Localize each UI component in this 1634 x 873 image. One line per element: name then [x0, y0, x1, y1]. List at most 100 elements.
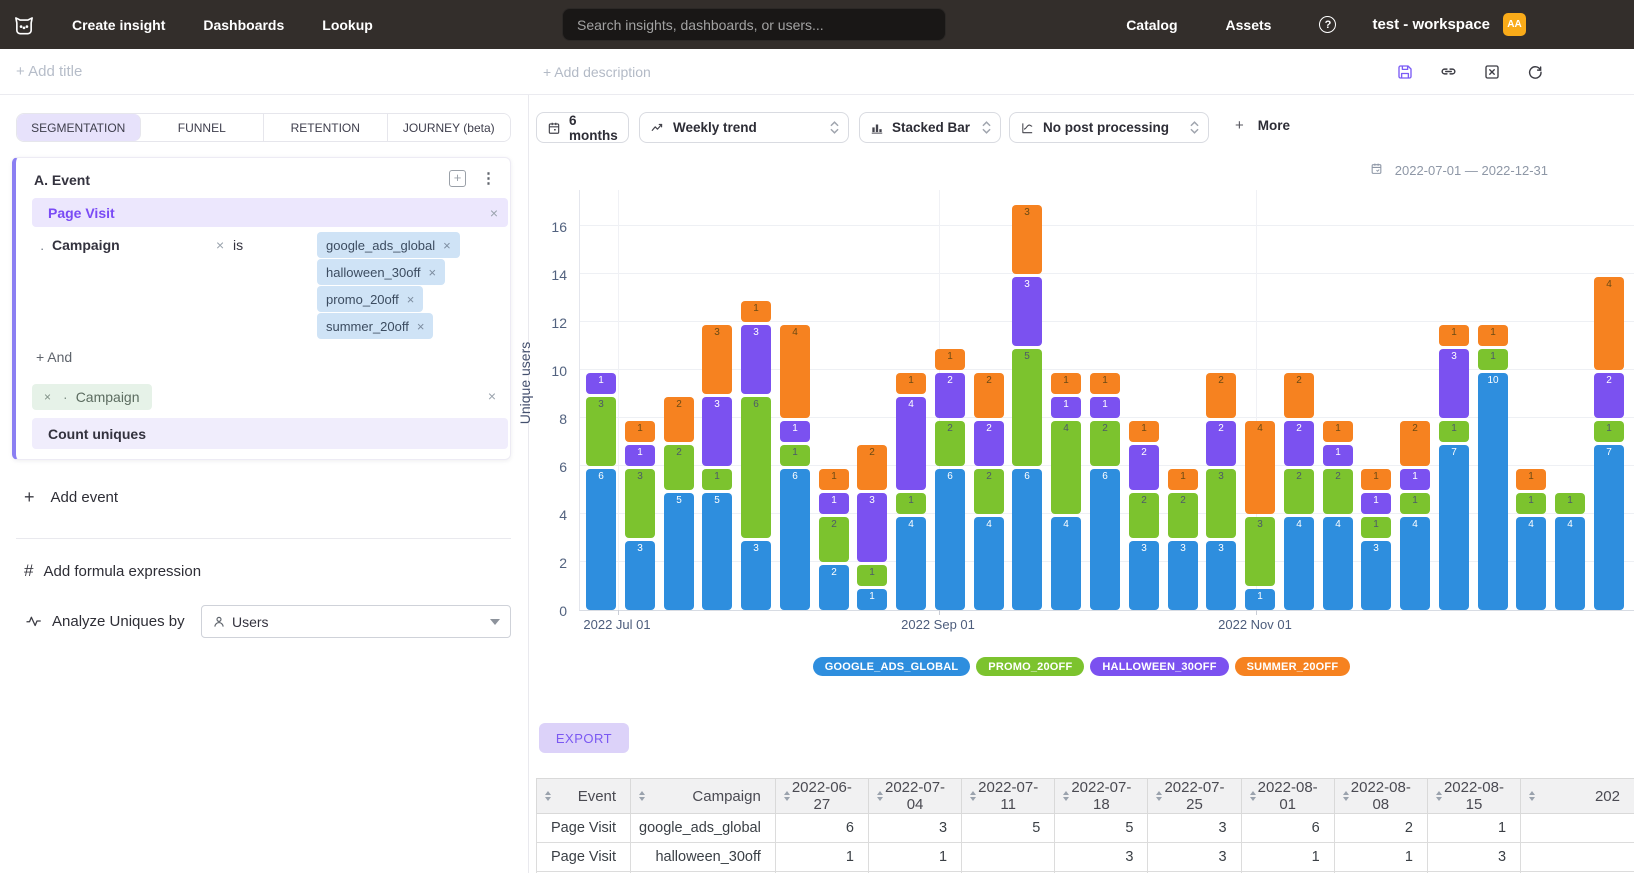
bar-segment-promo_20off[interactable]: 1 — [1400, 493, 1430, 514]
bar-segment-halloween_30off[interactable]: 2 — [1206, 421, 1236, 466]
bar-segment-halloween_30off[interactable]: 3 — [702, 397, 732, 466]
column-header[interactable]: 2022-08-08 — [1334, 779, 1427, 814]
bar-segment-halloween_30off[interactable]: 1 — [586, 373, 616, 394]
column-header[interactable]: Campaign — [631, 779, 776, 814]
post-processing-select[interactable]: No post processing — [1009, 112, 1209, 143]
trend-select[interactable]: Weekly trend — [639, 112, 849, 143]
bar-segment-halloween_30off[interactable]: 1 — [1400, 469, 1430, 490]
filter-property[interactable]: Campaign — [52, 237, 120, 253]
nav-catalog[interactable]: Catalog — [1126, 17, 1177, 33]
add-title-button[interactable]: + Add title — [16, 63, 82, 80]
kebab-menu-icon[interactable]: ⋮ — [481, 169, 496, 187]
bar-segment-google_ads_global[interactable]: 5 — [702, 493, 732, 610]
export-button[interactable]: EXPORT — [539, 723, 629, 753]
bar-segment-summer_20off[interactable]: 1 — [625, 421, 655, 442]
add-and-condition[interactable]: + And — [36, 349, 72, 365]
bar-segment-summer_20off[interactable]: 1 — [1439, 325, 1469, 346]
bar-segment-summer_20off[interactable]: 1 — [1129, 421, 1159, 442]
tab-journey[interactable]: JOURNEY (beta) — [388, 114, 511, 141]
add-description-button[interactable]: + Add description — [543, 64, 651, 80]
help-icon[interactable]: ? — [1319, 16, 1336, 33]
bar-segment-promo_20off[interactable]: 1 — [1478, 349, 1508, 370]
bar-segment-google_ads_global[interactable]: 4 — [1555, 517, 1585, 610]
bar-segment-google_ads_global[interactable]: 10 — [1478, 373, 1508, 610]
aggregation-selector[interactable]: Count uniques — [32, 418, 508, 449]
column-header[interactable]: 2022-07-11 — [962, 779, 1055, 814]
tab-funnel[interactable]: FUNNEL — [141, 114, 265, 141]
close-insight-icon[interactable] — [1483, 63, 1501, 81]
bar-segment-halloween_30off[interactable]: 3 — [1012, 277, 1042, 346]
bar-segment-halloween_30off[interactable]: 2 — [1594, 373, 1624, 418]
column-header[interactable]: 2022-08-15 — [1427, 779, 1520, 814]
legend-pill-google_ads_global[interactable]: GOOGLE_ADS_GLOBAL — [813, 657, 971, 676]
bar-segment-halloween_30off[interactable]: 2 — [974, 421, 1004, 466]
bar-segment-promo_20off[interactable]: 2 — [974, 469, 1004, 514]
bar-segment-summer_20off[interactable]: 2 — [1206, 373, 1236, 418]
bar-segment-summer_20off[interactable]: 2 — [664, 397, 694, 442]
column-header[interactable]: 2022-06-27 — [775, 779, 868, 814]
analyze-by-select[interactable]: Users — [201, 605, 511, 638]
column-header[interactable]: 202 — [1521, 779, 1634, 814]
breakdown-pill[interactable]: × · Campaign — [32, 384, 152, 410]
bar-segment-google_ads_global[interactable]: 3 — [1361, 541, 1391, 610]
bar-segment-google_ads_global[interactable]: 6 — [1012, 469, 1042, 610]
bar-segment-summer_20off[interactable]: 1 — [1323, 421, 1353, 442]
bar-segment-summer_20off[interactable]: 2 — [1284, 373, 1314, 418]
bar-segment-google_ads_global[interactable]: 3 — [1129, 541, 1159, 610]
clear-breakdown-icon[interactable]: × — [488, 388, 496, 404]
bar-segment-halloween_30off[interactable]: 4 — [896, 397, 926, 490]
bar-segment-google_ads_global[interactable]: 4 — [1323, 517, 1353, 610]
bar-segment-promo_20off[interactable]: 2 — [1284, 469, 1314, 514]
bar-segment-google_ads_global[interactable]: 3 — [741, 541, 771, 610]
nav-create-insight[interactable]: Create insight — [72, 17, 165, 33]
bar-segment-summer_20off[interactable]: 1 — [741, 301, 771, 322]
bar-segment-promo_20off[interactable]: 2 — [819, 517, 849, 562]
bar-segment-summer_20off[interactable]: 1 — [819, 469, 849, 490]
bar-segment-summer_20off[interactable]: 1 — [1090, 373, 1120, 394]
bar-segment-summer_20off[interactable]: 1 — [1516, 469, 1546, 490]
bar-segment-promo_20off[interactable]: 5 — [1012, 349, 1042, 466]
bar-segment-halloween_30off[interactable]: 1 — [780, 421, 810, 442]
bar-segment-promo_20off[interactable]: 2 — [664, 445, 694, 490]
bar-segment-halloween_30off[interactable]: 1 — [1323, 445, 1353, 466]
bar-segment-summer_20off[interactable]: 1 — [1361, 469, 1391, 490]
bar-segment-halloween_30off[interactable]: 1 — [1090, 397, 1120, 418]
filter-operator[interactable]: is — [233, 237, 243, 253]
bar-segment-promo_20off[interactable]: 2 — [935, 421, 965, 466]
add-event-button[interactable]: + Add event — [24, 487, 118, 508]
bar-segment-halloween_30off[interactable]: 1 — [625, 445, 655, 466]
bar-segment-google_ads_global[interactable]: 3 — [625, 541, 655, 610]
bar-segment-promo_20off[interactable]: 1 — [1594, 421, 1624, 442]
bar-segment-promo_20off[interactable]: 6 — [741, 397, 771, 538]
bar-segment-google_ads_global[interactable]: 7 — [1439, 445, 1469, 610]
avatar[interactable]: AA — [1503, 13, 1526, 36]
legend-pill-halloween_30off[interactable]: HALLOWEEN_30OFF — [1090, 657, 1228, 676]
bar-segment-promo_20off[interactable]: 1 — [780, 445, 810, 466]
bar-segment-summer_20off[interactable]: 2 — [857, 445, 887, 490]
bar-segment-google_ads_global[interactable]: 7 — [1594, 445, 1624, 610]
bar-segment-promo_20off[interactable]: 3 — [1245, 517, 1275, 586]
bar-segment-promo_20off[interactable]: 2 — [1323, 469, 1353, 514]
bar-segment-halloween_30off[interactable]: 1 — [819, 493, 849, 514]
bar-segment-halloween_30off[interactable]: 3 — [857, 493, 887, 562]
workspace-name[interactable]: test - workspace — [1372, 16, 1490, 33]
bar-segment-promo_20off[interactable]: 3 — [1206, 469, 1236, 538]
date-range-button[interactable]: 6 months — [536, 112, 629, 143]
bar-segment-summer_20off[interactable]: 1 — [935, 349, 965, 370]
nav-dashboards[interactable]: Dashboards — [203, 17, 284, 33]
bar-segment-promo_20off[interactable]: 2 — [1090, 421, 1120, 466]
bar-segment-promo_20off[interactable]: 4 — [1051, 421, 1081, 514]
bar-segment-summer_20off[interactable]: 1 — [1051, 373, 1081, 394]
bar-segment-google_ads_global[interactable]: 6 — [586, 469, 616, 610]
bar-segment-google_ads_global[interactable]: 4 — [974, 517, 1004, 610]
bar-segment-promo_20off[interactable]: 2 — [1168, 493, 1198, 538]
bar-segment-google_ads_global[interactable]: 6 — [935, 469, 965, 610]
legend-pill-promo_20off[interactable]: PROMO_20OFF — [976, 657, 1084, 676]
bar-segment-summer_20off[interactable]: 2 — [1400, 421, 1430, 466]
remove-breakdown-icon[interactable]: × — [44, 390, 51, 404]
bar-segment-halloween_30off[interactable]: 1 — [1361, 493, 1391, 514]
filter-value-tag[interactable]: halloween_30off× — [317, 259, 445, 285]
remove-value-icon[interactable]: × — [417, 319, 425, 334]
bar-segment-google_ads_global[interactable]: 6 — [1090, 469, 1120, 610]
tab-retention[interactable]: RETENTION — [264, 114, 388, 141]
